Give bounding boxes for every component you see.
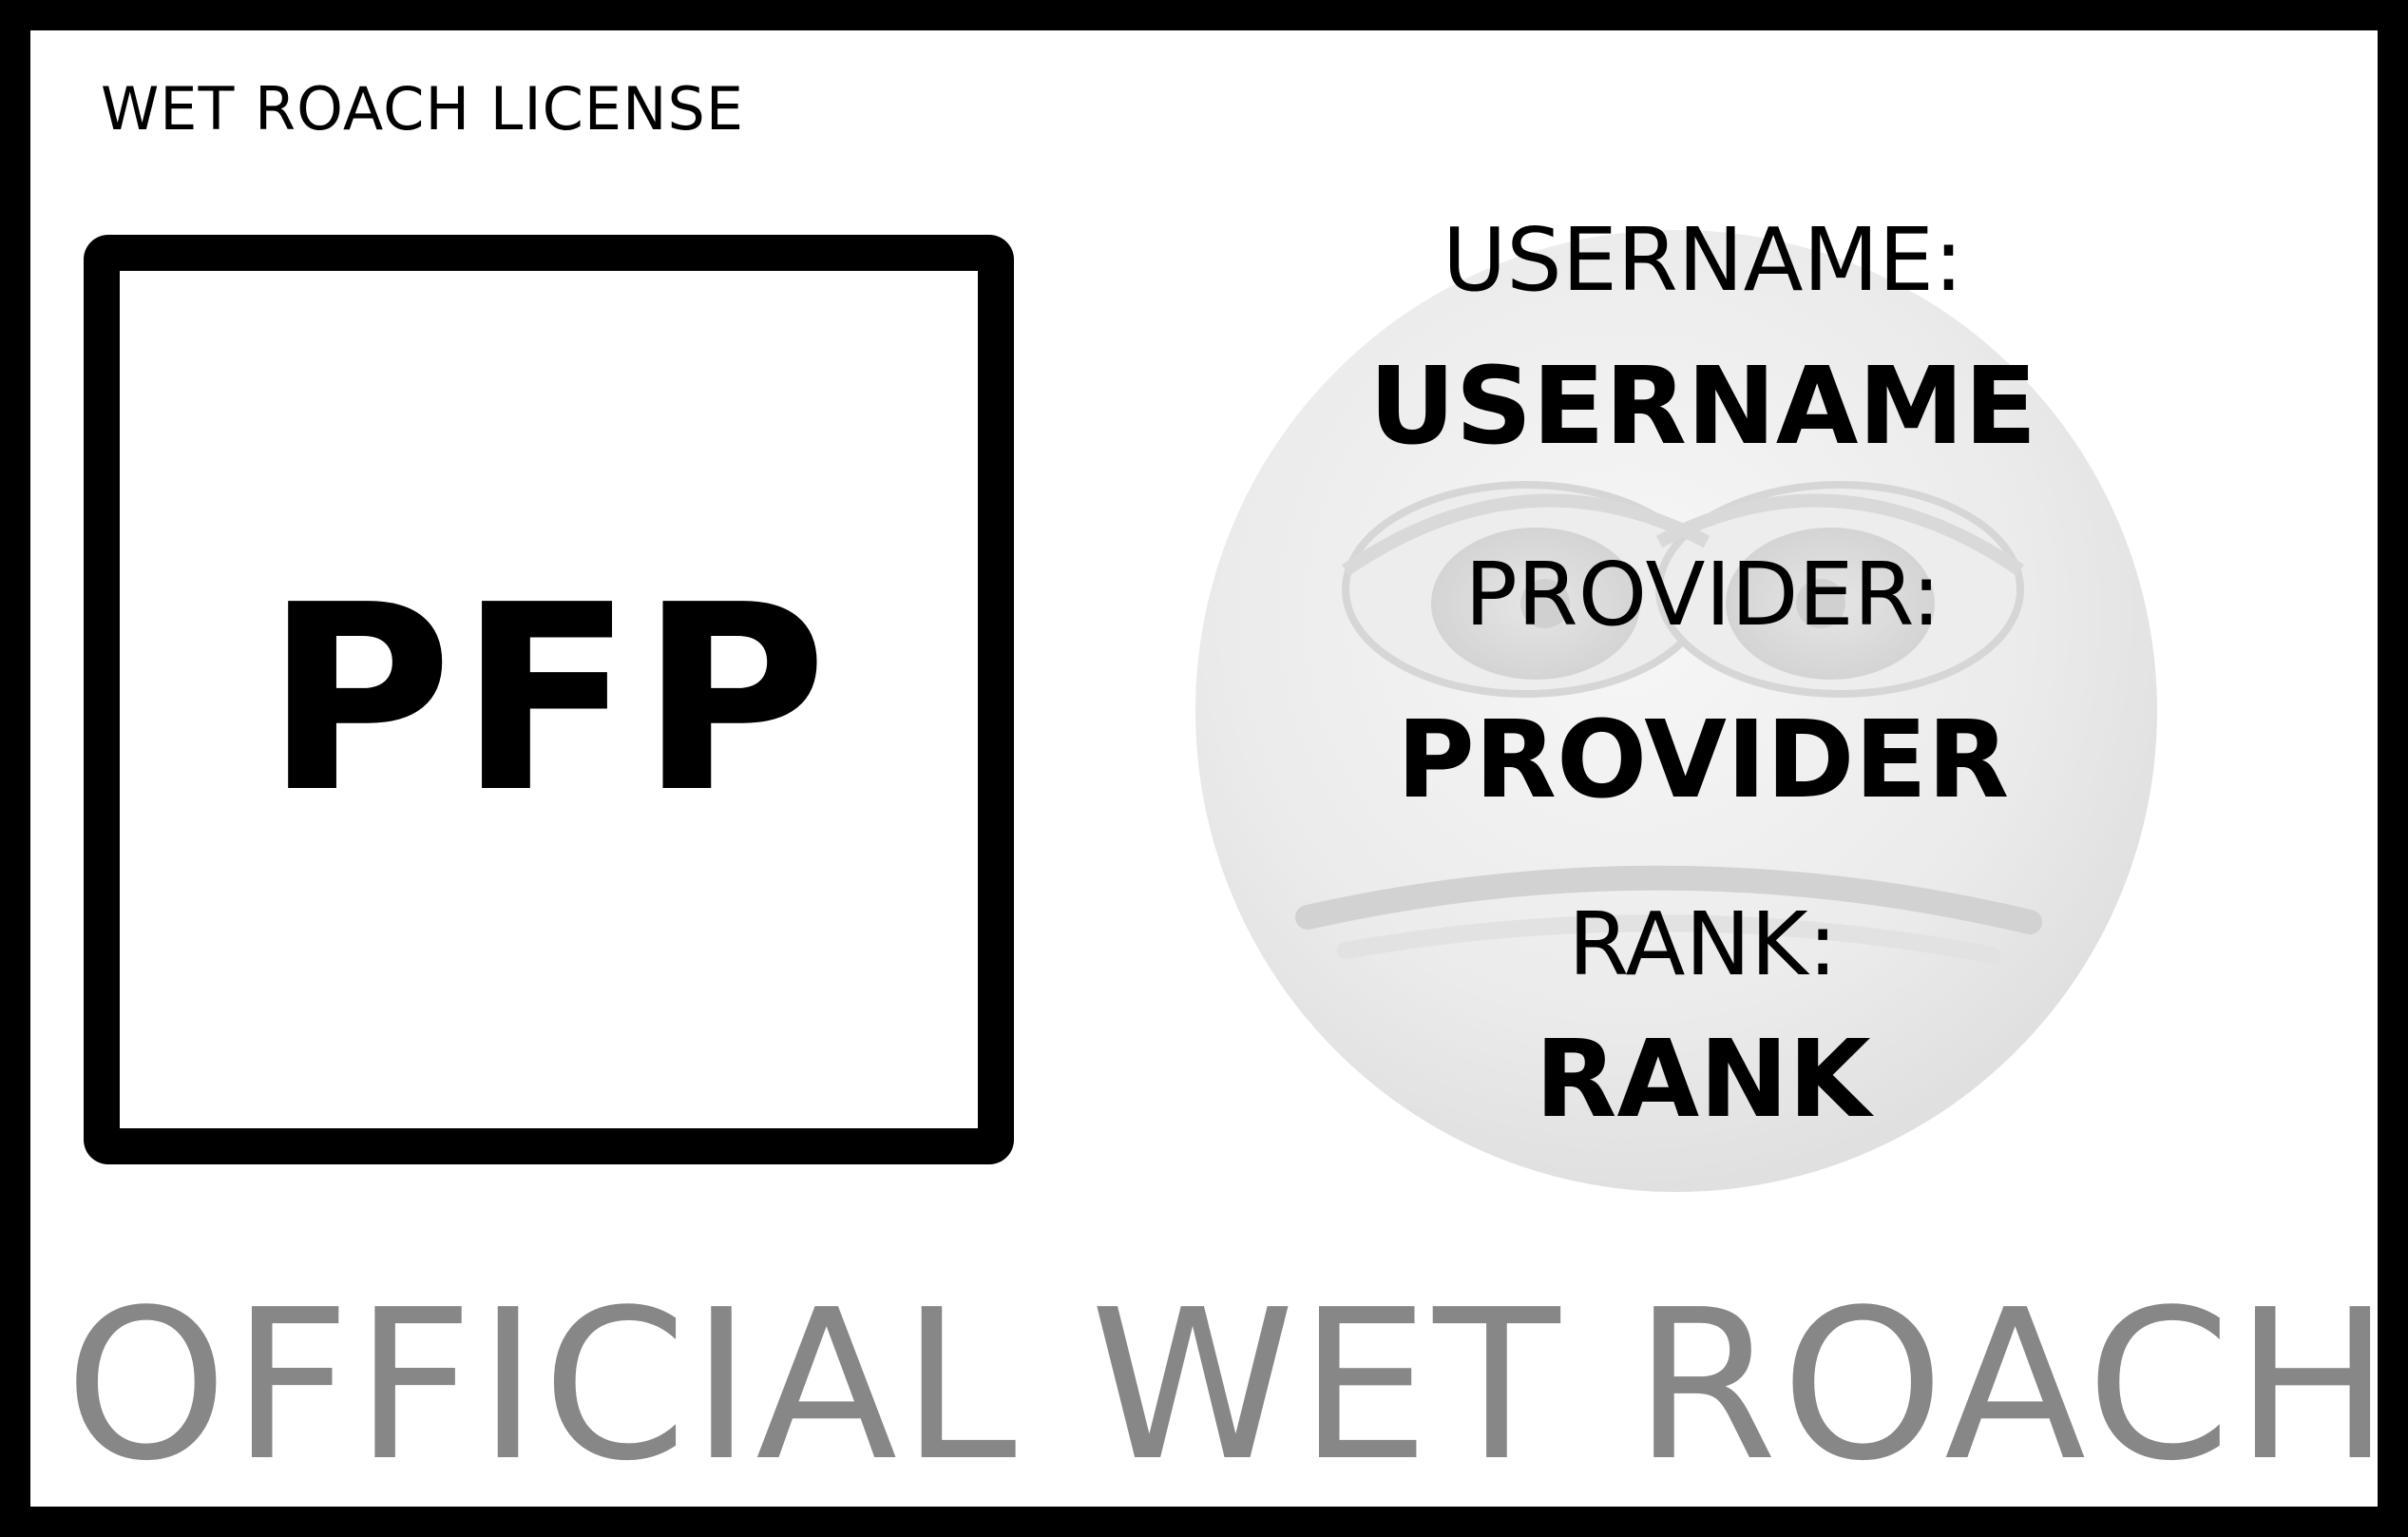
provider-value: PROVIDER — [1396, 699, 2010, 822]
license-card: WET ROACH LICENSE PFP USERNAME: USERNAME… — [0, 0, 2408, 1537]
license-title: WET ROACH LICENSE — [101, 74, 744, 144]
username-label: USERNAME: — [1442, 209, 1964, 311]
username-value: USERNAME — [1368, 345, 2037, 469]
footer-official-text: OFFICIAL WET ROACH — [65, 1266, 2395, 1507]
profile-picture-label: PFP — [264, 549, 833, 849]
profile-picture-box: PFP — [84, 235, 1014, 1164]
rank-value: RANK — [1535, 1018, 1871, 1142]
rank-label: RANK: — [1568, 893, 1838, 995]
provider-label: PROVIDER: — [1464, 544, 1941, 645]
license-fields: USERNAME: USERNAME PROVIDER: PROVIDER RA… — [1275, 30, 2131, 1266]
